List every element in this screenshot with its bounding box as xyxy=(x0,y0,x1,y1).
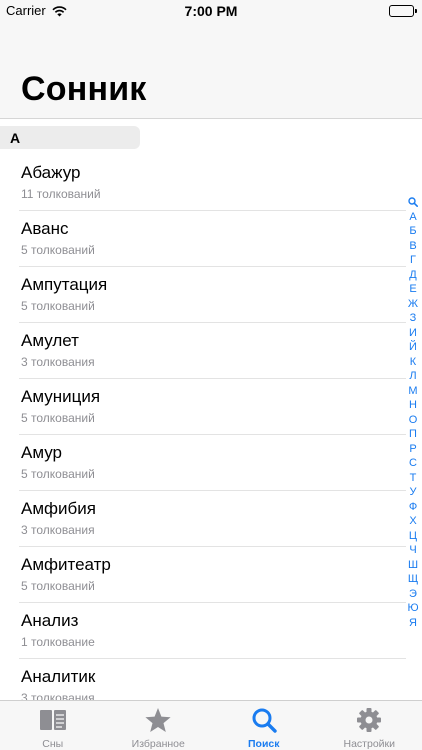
index-letter[interactable]: Ч xyxy=(409,543,416,558)
index-letter[interactable]: Я xyxy=(409,616,417,631)
index-letter[interactable]: Л xyxy=(409,369,416,384)
section-header: А xyxy=(0,126,140,149)
index-letter[interactable]: К xyxy=(410,355,416,370)
index-letter[interactable]: Б xyxy=(409,224,416,239)
book-icon xyxy=(39,707,67,733)
index-letter[interactable]: И xyxy=(409,326,417,341)
tab-bar: Сны Избранное Поиск Настройки xyxy=(0,700,422,750)
entry-count: 5 толкований xyxy=(21,467,95,481)
tab-label: Поиск xyxy=(247,738,280,750)
entry-count: 3 толкования xyxy=(21,691,95,700)
index-letter[interactable]: Е xyxy=(409,282,416,297)
entry-count: 5 толкований xyxy=(21,299,95,313)
list-item[interactable]: Ампутация 5 толкований xyxy=(0,267,408,323)
index-letter[interactable]: Х xyxy=(409,514,416,529)
dream-list[interactable]: А Абажур 11 толкований Аванс 5 толковани… xyxy=(0,120,422,700)
tab-label: Избранное xyxy=(131,738,185,750)
status-time: 7:00 PM xyxy=(184,3,238,19)
index-letter[interactable]: Э xyxy=(409,587,417,602)
index-letter[interactable]: А xyxy=(409,210,416,225)
entry-name: Абажур xyxy=(21,163,81,182)
index-letter[interactable]: Т xyxy=(410,471,417,486)
index-letter[interactable]: О xyxy=(409,413,418,428)
tab-settings[interactable]: Настройки xyxy=(317,701,422,750)
list-item[interactable]: Аналитик 3 толкования xyxy=(0,659,408,700)
index-letter[interactable]: С xyxy=(409,456,417,471)
index-letter[interactable]: Ш xyxy=(408,558,418,573)
search-icon xyxy=(250,707,278,733)
list-item[interactable]: Анализ 1 толкование xyxy=(0,603,408,659)
entry-count: 3 толкования xyxy=(21,523,95,537)
index-letter[interactable]: П xyxy=(409,427,417,442)
gear-icon xyxy=(355,707,383,733)
entry-count: 5 толкований xyxy=(21,243,95,257)
tab-favorites[interactable]: Избранное xyxy=(106,701,212,750)
index-letter[interactable]: У xyxy=(410,485,417,500)
entry-name: Аналитик xyxy=(21,667,96,686)
tab-search[interactable]: Поиск xyxy=(211,701,317,750)
index-letter[interactable]: Р xyxy=(409,442,416,457)
entry-name: Аванс xyxy=(21,219,69,238)
list-item[interactable]: Амулет 3 толкования xyxy=(0,323,408,379)
index-letter[interactable]: Ц xyxy=(409,529,417,544)
entry-name: Амур xyxy=(21,443,62,462)
entry-count: 11 толкований xyxy=(21,187,101,201)
entry-name: Амуниция xyxy=(21,387,101,406)
index-letter[interactable]: Ю xyxy=(407,601,418,616)
index-letter[interactable]: Ж xyxy=(408,297,418,312)
index-letter[interactable]: Г xyxy=(410,253,416,268)
entry-name: Амфибия xyxy=(21,499,96,518)
entry-name: Ампутация xyxy=(21,275,108,294)
entry-count: 1 толкование xyxy=(21,635,95,649)
index-search-icon[interactable] xyxy=(408,195,418,210)
entry-name: Амулет xyxy=(21,331,79,350)
index-letter[interactable]: Ф xyxy=(409,500,417,515)
tab-dreams[interactable]: Сны xyxy=(0,701,106,750)
index-letter[interactable]: Н xyxy=(409,398,417,413)
page-title: Сонник xyxy=(21,70,147,108)
battery-icon xyxy=(389,5,417,17)
entry-name: Анализ xyxy=(21,611,79,630)
navigation-header: Сонник xyxy=(0,22,422,119)
section-letter: А xyxy=(10,130,21,146)
index-letter[interactable]: Д xyxy=(409,268,416,283)
index-letter[interactable]: Й xyxy=(409,340,417,355)
index-letter[interactable]: З xyxy=(410,311,417,326)
list-item[interactable]: Амуниция 5 толкований xyxy=(0,379,408,435)
list-item[interactable]: Аванс 5 толкований xyxy=(0,211,408,267)
entry-count: 5 толкований xyxy=(21,579,95,593)
star-icon xyxy=(144,707,172,733)
entry-count: 3 толкования xyxy=(21,355,95,369)
entry-count: 5 толкований xyxy=(21,411,95,425)
list-item[interactable]: Абажур 11 толкований xyxy=(0,155,408,211)
index-letter[interactable]: Щ xyxy=(408,572,418,587)
list-item[interactable]: Амфибия 3 толкования xyxy=(0,491,408,547)
index-letter[interactable]: М xyxy=(408,384,417,399)
section-index-bar[interactable]: А Б В Г Д Е Ж З И Й К Л М Н О П Р С Т У … xyxy=(406,195,420,630)
entry-name: Амфитеатр xyxy=(21,555,111,574)
tab-label: Сны xyxy=(42,738,64,750)
list-item[interactable]: Амур 5 толкований xyxy=(0,435,408,491)
index-letter[interactable]: В xyxy=(409,239,416,254)
list-item[interactable]: Амфитеатр 5 толкований xyxy=(0,547,408,603)
status-bar: Carrier 7:00 PM xyxy=(0,0,422,22)
tab-label: Настройки xyxy=(343,738,396,750)
